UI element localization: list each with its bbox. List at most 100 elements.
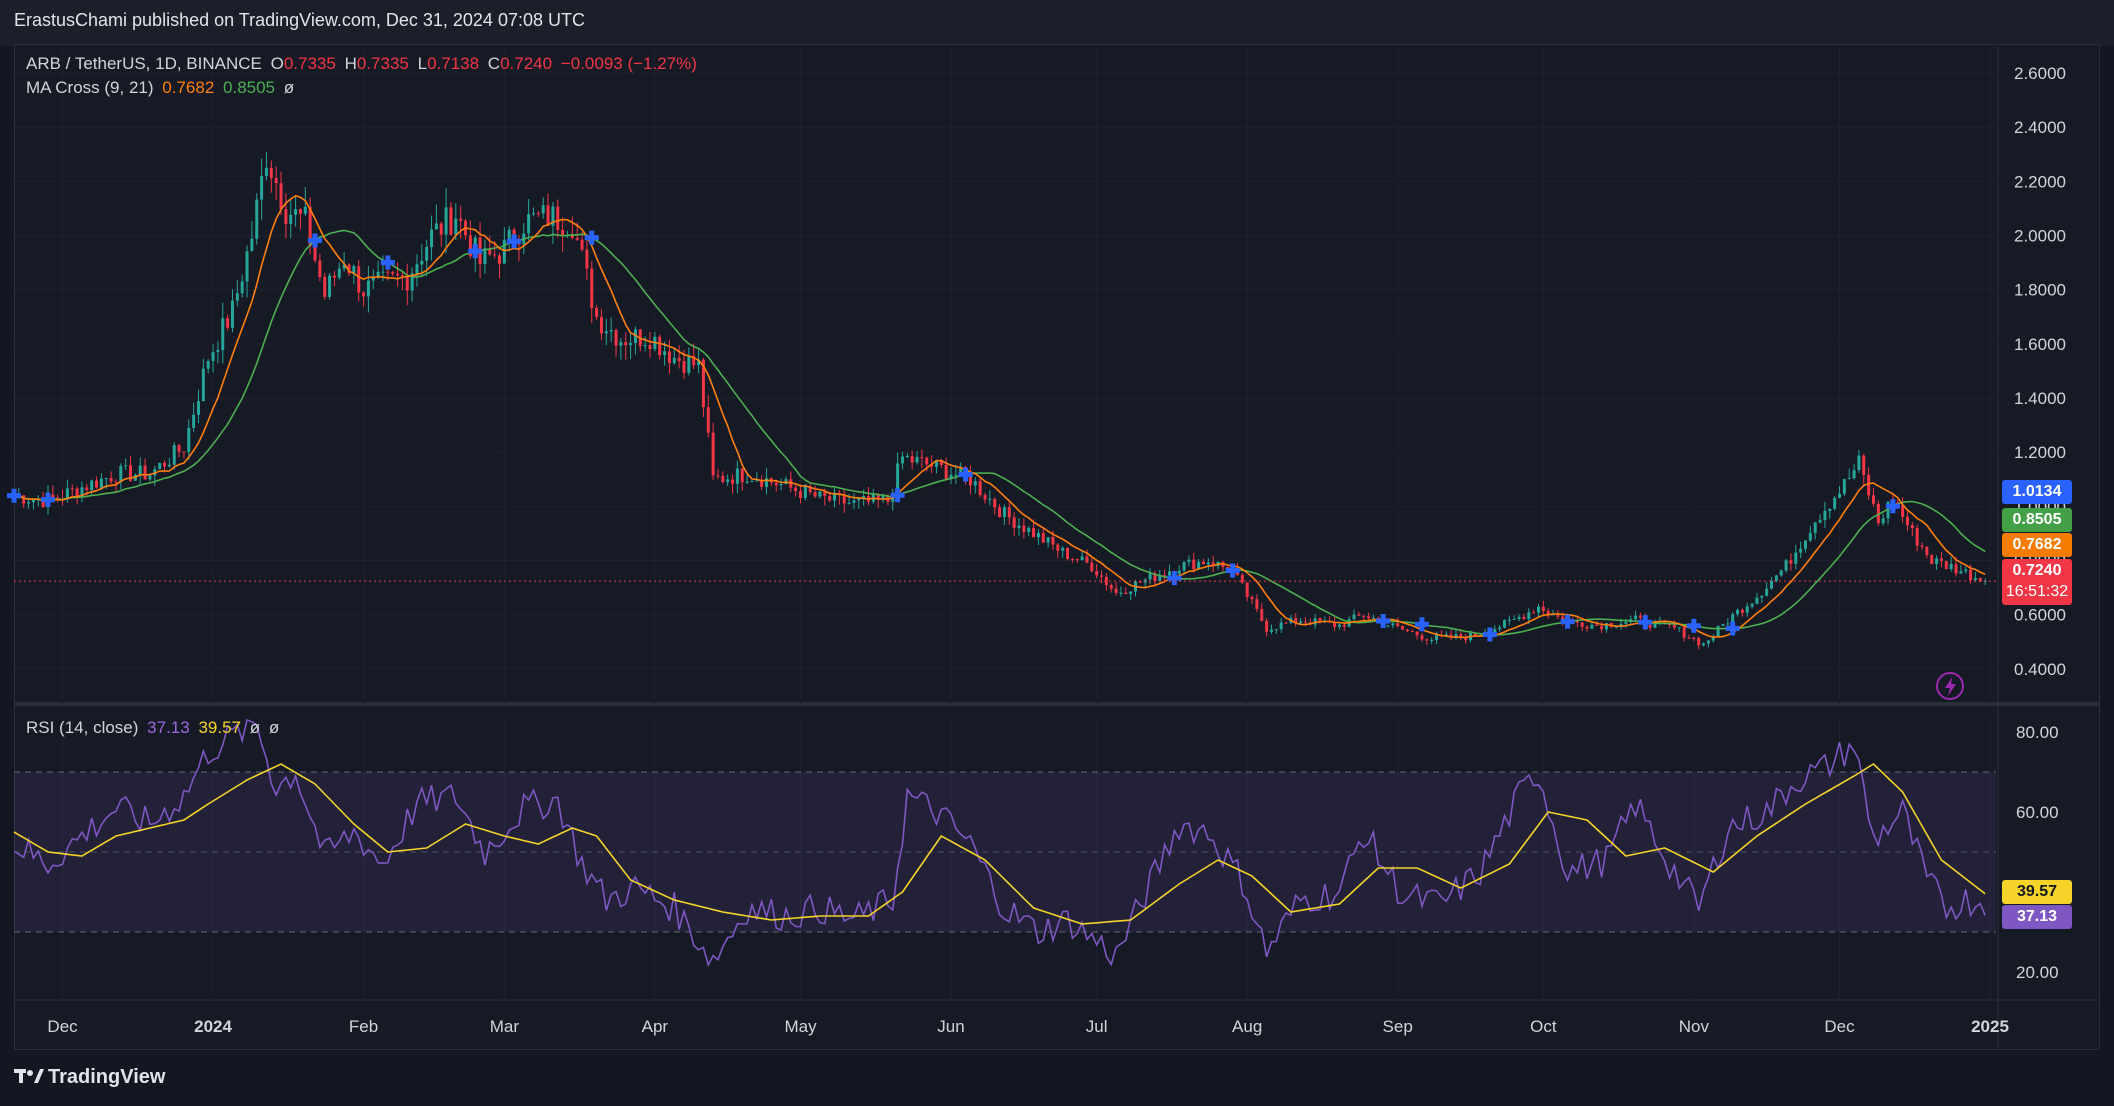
close-label: C [487, 54, 501, 73]
open-value: 0.7335 [283, 54, 336, 73]
chart-canvas[interactable]: 0.40000.60000.80001.00001.20001.40001.60… [0, 0, 2114, 1050]
candle-body [400, 275, 404, 277]
candle-body [1269, 629, 1273, 632]
cross-marker-v [312, 233, 318, 248]
candle-body [1430, 640, 1434, 642]
candle-body [1837, 493, 1841, 498]
candle-body [240, 281, 244, 294]
candle-body [1041, 533, 1045, 543]
candle-body [65, 488, 69, 499]
candle-body [556, 206, 560, 230]
candle-body [211, 352, 215, 362]
candle-body [1590, 624, 1594, 629]
candle-body [1726, 623, 1730, 625]
candle-body [430, 229, 434, 248]
candle-body [1396, 623, 1400, 627]
candle-body [1371, 617, 1375, 619]
ma-cross-label[interactable]: MA Cross (9, 21) [26, 78, 154, 97]
candle-body [803, 486, 807, 498]
candle-body [1401, 626, 1405, 630]
time-tick-label: Feb [349, 1017, 378, 1036]
candle-body [536, 213, 540, 215]
candle-body [75, 488, 79, 497]
candle-body [167, 464, 171, 467]
candle-body [1167, 571, 1171, 576]
candle-body [502, 239, 506, 264]
candle-body [1022, 525, 1026, 532]
candle-body [1138, 581, 1142, 583]
price-tick-label: 2.2000 [2014, 172, 2066, 191]
candle-body [604, 331, 608, 334]
candle-body [27, 502, 31, 504]
candle-body [434, 223, 438, 230]
candle-body [1624, 622, 1628, 624]
candle-body [1833, 497, 1837, 509]
candle-body [95, 480, 99, 488]
candle-body [1682, 627, 1686, 638]
candle-body [1823, 510, 1827, 521]
candle-body [595, 308, 599, 317]
symbol-name[interactable]: ARB / TetherUS, 1D, BINANCE [26, 54, 262, 73]
candle-body [376, 271, 380, 277]
candle-body [1498, 627, 1502, 630]
candle-body [235, 293, 239, 301]
tradingview-brand[interactable]: TradingView [14, 1066, 165, 1089]
candle-body [381, 271, 385, 273]
candle-body [1740, 609, 1744, 613]
rsi-extra-1: ø [249, 718, 261, 737]
candle-body [1066, 547, 1070, 559]
change-value: −0.0093 (−1.27%) [560, 54, 697, 73]
candle-body [1842, 479, 1846, 494]
candle-body [1687, 637, 1691, 639]
candle-body [1784, 560, 1788, 571]
candle-body [774, 482, 778, 486]
cross-marker [1414, 617, 1429, 632]
candle-body [629, 342, 633, 346]
time-tick-label: 2025 [1971, 1017, 2009, 1036]
cross-marker-v [11, 488, 17, 503]
candle-body [1745, 606, 1749, 613]
candle-body [439, 223, 443, 235]
candle-body [1090, 562, 1094, 572]
candle-body [1124, 592, 1128, 594]
candle-body [842, 494, 846, 504]
rsi-label[interactable]: RSI (14, close) [26, 718, 138, 737]
candle-body [1517, 616, 1521, 619]
candle-body [998, 507, 1002, 518]
candle-body [828, 496, 832, 501]
time-tick-label: Jul [1086, 1017, 1108, 1036]
candle-body [163, 462, 167, 467]
candle-body [779, 483, 783, 486]
candle-body [221, 318, 225, 351]
candle-body [415, 264, 419, 274]
candle-body [1765, 588, 1769, 596]
candle-body [1716, 625, 1720, 637]
candle-body [711, 432, 715, 476]
ma-slow-value: 0.8505 [223, 78, 276, 97]
cross-marker-v [589, 230, 595, 245]
candle-body [328, 275, 332, 297]
candle-body [1177, 570, 1181, 574]
lightning-icon [1936, 672, 1964, 700]
candle-body [70, 488, 74, 490]
candle-body [920, 456, 924, 458]
candle-body [1201, 561, 1205, 565]
candle-body [366, 280, 370, 297]
candle-body [531, 213, 535, 215]
candle-body [726, 479, 730, 482]
candle-body [1760, 595, 1764, 598]
candle-body [619, 342, 623, 346]
ma-fast-line [13, 194, 1986, 639]
ma-fast-price-tag: 0.7682 [2002, 533, 2072, 557]
candle-body [1706, 640, 1710, 644]
candle-body [22, 495, 26, 504]
candle-body [1085, 556, 1089, 563]
rsi-tick-label: 20.00 [2016, 963, 2059, 982]
candle-body [1100, 575, 1104, 577]
candle-body [740, 468, 744, 483]
candle-body [444, 207, 448, 235]
candle-body [1255, 599, 1259, 609]
candle-body [337, 268, 341, 278]
price-tick-label: 1.8000 [2014, 281, 2066, 300]
candle-body [1046, 537, 1050, 543]
